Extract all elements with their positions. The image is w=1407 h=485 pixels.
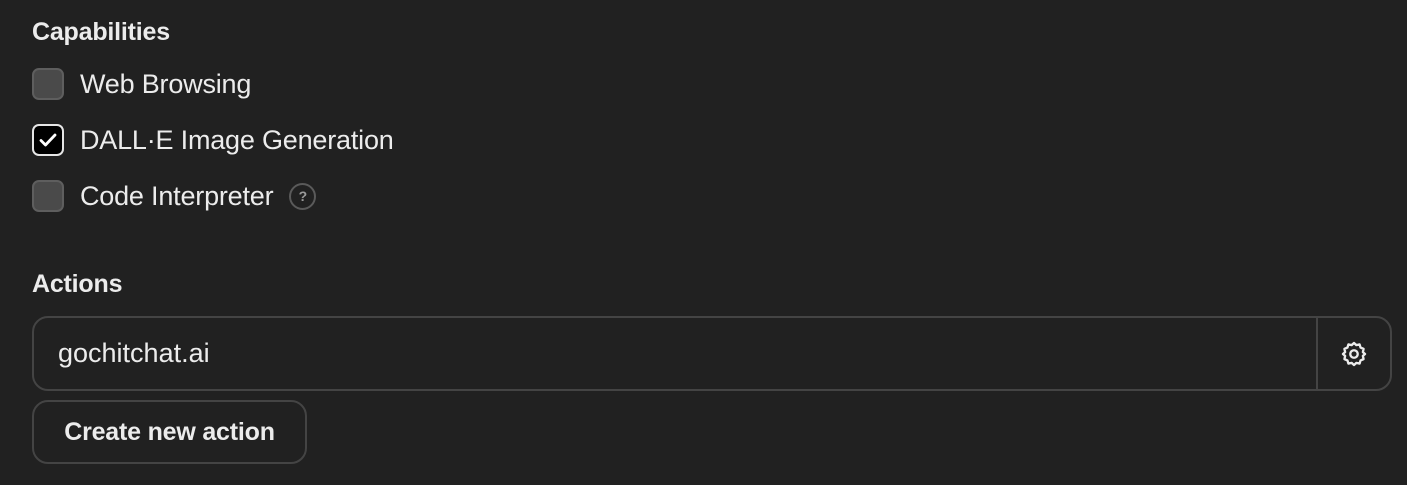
- capability-label: Code Interpreter: [80, 180, 274, 211]
- capabilities-heading: Capabilities: [32, 18, 170, 46]
- question-mark-icon[interactable]: ?: [289, 182, 317, 210]
- code-interpreter-checkbox[interactable]: [32, 180, 64, 212]
- actions-heading: Actions: [32, 270, 123, 298]
- action-settings-button[interactable]: [1316, 318, 1390, 389]
- capability-web-browsing[interactable]: Web Browsing: [32, 68, 251, 100]
- action-item[interactable]: gochitchat.ai: [32, 316, 1392, 391]
- capability-label: Web Browsing: [80, 68, 252, 99]
- web-browsing-checkbox[interactable]: [32, 68, 64, 100]
- gpt-configure-panel: Capabilities Web Browsing DALL·E Image G…: [0, 0, 1407, 485]
- capability-code-interpreter[interactable]: Code Interpreter ?: [32, 180, 317, 212]
- capability-label: DALL·E Image Generation: [80, 124, 394, 155]
- capability-dalle-image-generation[interactable]: DALL·E Image Generation: [32, 124, 394, 156]
- gear-icon: [1341, 341, 1367, 366]
- checkmark-icon: [39, 133, 57, 147]
- action-domain[interactable]: gochitchat.ai: [34, 318, 1316, 389]
- create-new-action-button[interactable]: Create new action: [32, 400, 307, 464]
- dalle-checkbox[interactable]: [32, 124, 64, 156]
